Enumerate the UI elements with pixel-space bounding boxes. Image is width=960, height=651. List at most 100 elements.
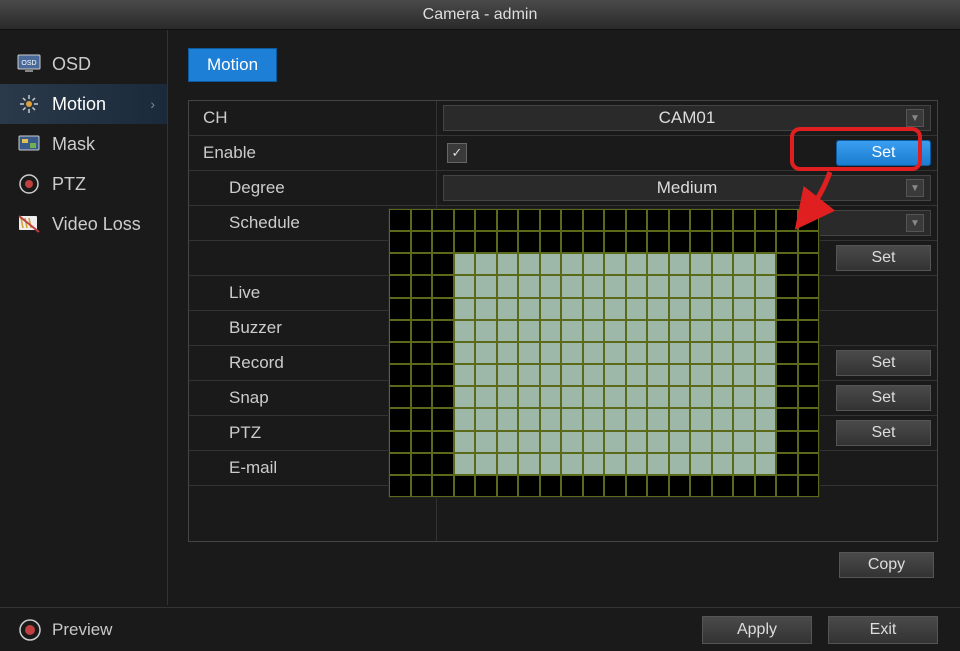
grid-cell[interactable] (540, 231, 562, 253)
grid-cell[interactable] (647, 431, 669, 453)
grid-cell[interactable] (647, 475, 669, 497)
grid-cell[interactable] (669, 431, 691, 453)
grid-cell[interactable] (755, 275, 777, 297)
degree-dropdown[interactable]: Medium ▼ (443, 175, 931, 201)
grid-cell[interactable] (755, 386, 777, 408)
grid-cell[interactable] (647, 364, 669, 386)
grid-cell[interactable] (389, 298, 411, 320)
grid-cell[interactable] (626, 475, 648, 497)
grid-cell[interactable] (432, 209, 454, 231)
grid-cell[interactable] (389, 209, 411, 231)
grid-cell[interactable] (454, 364, 476, 386)
grid-cell[interactable] (712, 231, 734, 253)
grid-cell[interactable] (518, 320, 540, 342)
grid-cell[interactable] (454, 298, 476, 320)
grid-cell[interactable] (604, 253, 626, 275)
preview-button[interactable]: Preview (0, 618, 112, 642)
grid-cell[interactable] (755, 408, 777, 430)
grid-cell[interactable] (540, 298, 562, 320)
grid-cell[interactable] (604, 342, 626, 364)
grid-cell[interactable] (561, 320, 583, 342)
grid-cell[interactable] (540, 386, 562, 408)
grid-cell[interactable] (475, 320, 497, 342)
grid-cell[interactable] (669, 386, 691, 408)
grid-cell[interactable] (518, 453, 540, 475)
grid-cell[interactable] (626, 431, 648, 453)
grid-cell[interactable] (475, 408, 497, 430)
grid-cell[interactable] (454, 453, 476, 475)
grid-cell[interactable] (454, 342, 476, 364)
grid-cell[interactable] (755, 453, 777, 475)
grid-cell[interactable] (733, 364, 755, 386)
grid-cell[interactable] (733, 408, 755, 430)
grid-cell[interactable] (776, 209, 798, 231)
grid-cell[interactable] (755, 364, 777, 386)
grid-cell[interactable] (518, 386, 540, 408)
grid-cell[interactable] (626, 209, 648, 231)
sidebar-item-ptz[interactable]: PTZ (0, 164, 167, 204)
grid-cell[interactable] (454, 209, 476, 231)
apply-button[interactable]: Apply (702, 616, 812, 644)
grid-cell[interactable] (561, 408, 583, 430)
grid-cell[interactable] (712, 386, 734, 408)
grid-cell[interactable] (626, 364, 648, 386)
grid-cell[interactable] (561, 209, 583, 231)
grid-cell[interactable] (604, 209, 626, 231)
grid-cell[interactable] (583, 475, 605, 497)
grid-cell[interactable] (690, 475, 712, 497)
grid-cell[interactable] (690, 320, 712, 342)
grid-cell[interactable] (626, 298, 648, 320)
grid-cell[interactable] (389, 386, 411, 408)
grid-cell[interactable] (497, 209, 519, 231)
grid-cell[interactable] (561, 342, 583, 364)
grid-cell[interactable] (561, 364, 583, 386)
grid-cell[interactable] (798, 453, 820, 475)
grid-cell[interactable] (626, 342, 648, 364)
grid-cell[interactable] (733, 386, 755, 408)
grid-cell[interactable] (626, 275, 648, 297)
grid-cell[interactable] (690, 431, 712, 453)
grid-cell[interactable] (604, 386, 626, 408)
grid-cell[interactable] (755, 209, 777, 231)
copy-button[interactable]: Copy (839, 552, 934, 578)
grid-cell[interactable] (561, 386, 583, 408)
grid-cell[interactable] (647, 231, 669, 253)
grid-cell[interactable] (497, 298, 519, 320)
grid-cell[interactable] (518, 431, 540, 453)
grid-cell[interactable] (583, 408, 605, 430)
grid-cell[interactable] (647, 342, 669, 364)
grid-cell[interactable] (798, 408, 820, 430)
grid-cell[interactable] (497, 231, 519, 253)
grid-cell[interactable] (669, 298, 691, 320)
grid-cell[interactable] (540, 342, 562, 364)
grid-cell[interactable] (497, 364, 519, 386)
grid-cell[interactable] (432, 386, 454, 408)
grid-cell[interactable] (712, 275, 734, 297)
grid-cell[interactable] (389, 364, 411, 386)
grid-cell[interactable] (798, 342, 820, 364)
grid-cell[interactable] (561, 275, 583, 297)
grid-cell[interactable] (411, 231, 433, 253)
grid-cell[interactable] (389, 453, 411, 475)
grid-cell[interactable] (690, 453, 712, 475)
tab-motion[interactable]: Motion (188, 48, 277, 82)
grid-cell[interactable] (669, 453, 691, 475)
grid-cell[interactable] (475, 253, 497, 275)
sidebar-item-video-loss[interactable]: Video Loss (0, 204, 167, 244)
grid-cell[interactable] (712, 209, 734, 231)
sidebar-item-mask[interactable]: Mask (0, 124, 167, 164)
grid-cell[interactable] (497, 342, 519, 364)
grid-cell[interactable] (712, 453, 734, 475)
grid-cell[interactable] (626, 320, 648, 342)
grid-cell[interactable] (647, 209, 669, 231)
grid-cell[interactable] (626, 253, 648, 275)
grid-cell[interactable] (798, 320, 820, 342)
record-set-button[interactable]: Set (836, 350, 931, 376)
grid-cell[interactable] (432, 342, 454, 364)
grid-cell[interactable] (690, 408, 712, 430)
enable-checkbox[interactable]: ✓ (447, 143, 467, 163)
grid-cell[interactable] (497, 275, 519, 297)
grid-cell[interactable] (497, 431, 519, 453)
grid-cell[interactable] (776, 231, 798, 253)
grid-cell[interactable] (475, 298, 497, 320)
